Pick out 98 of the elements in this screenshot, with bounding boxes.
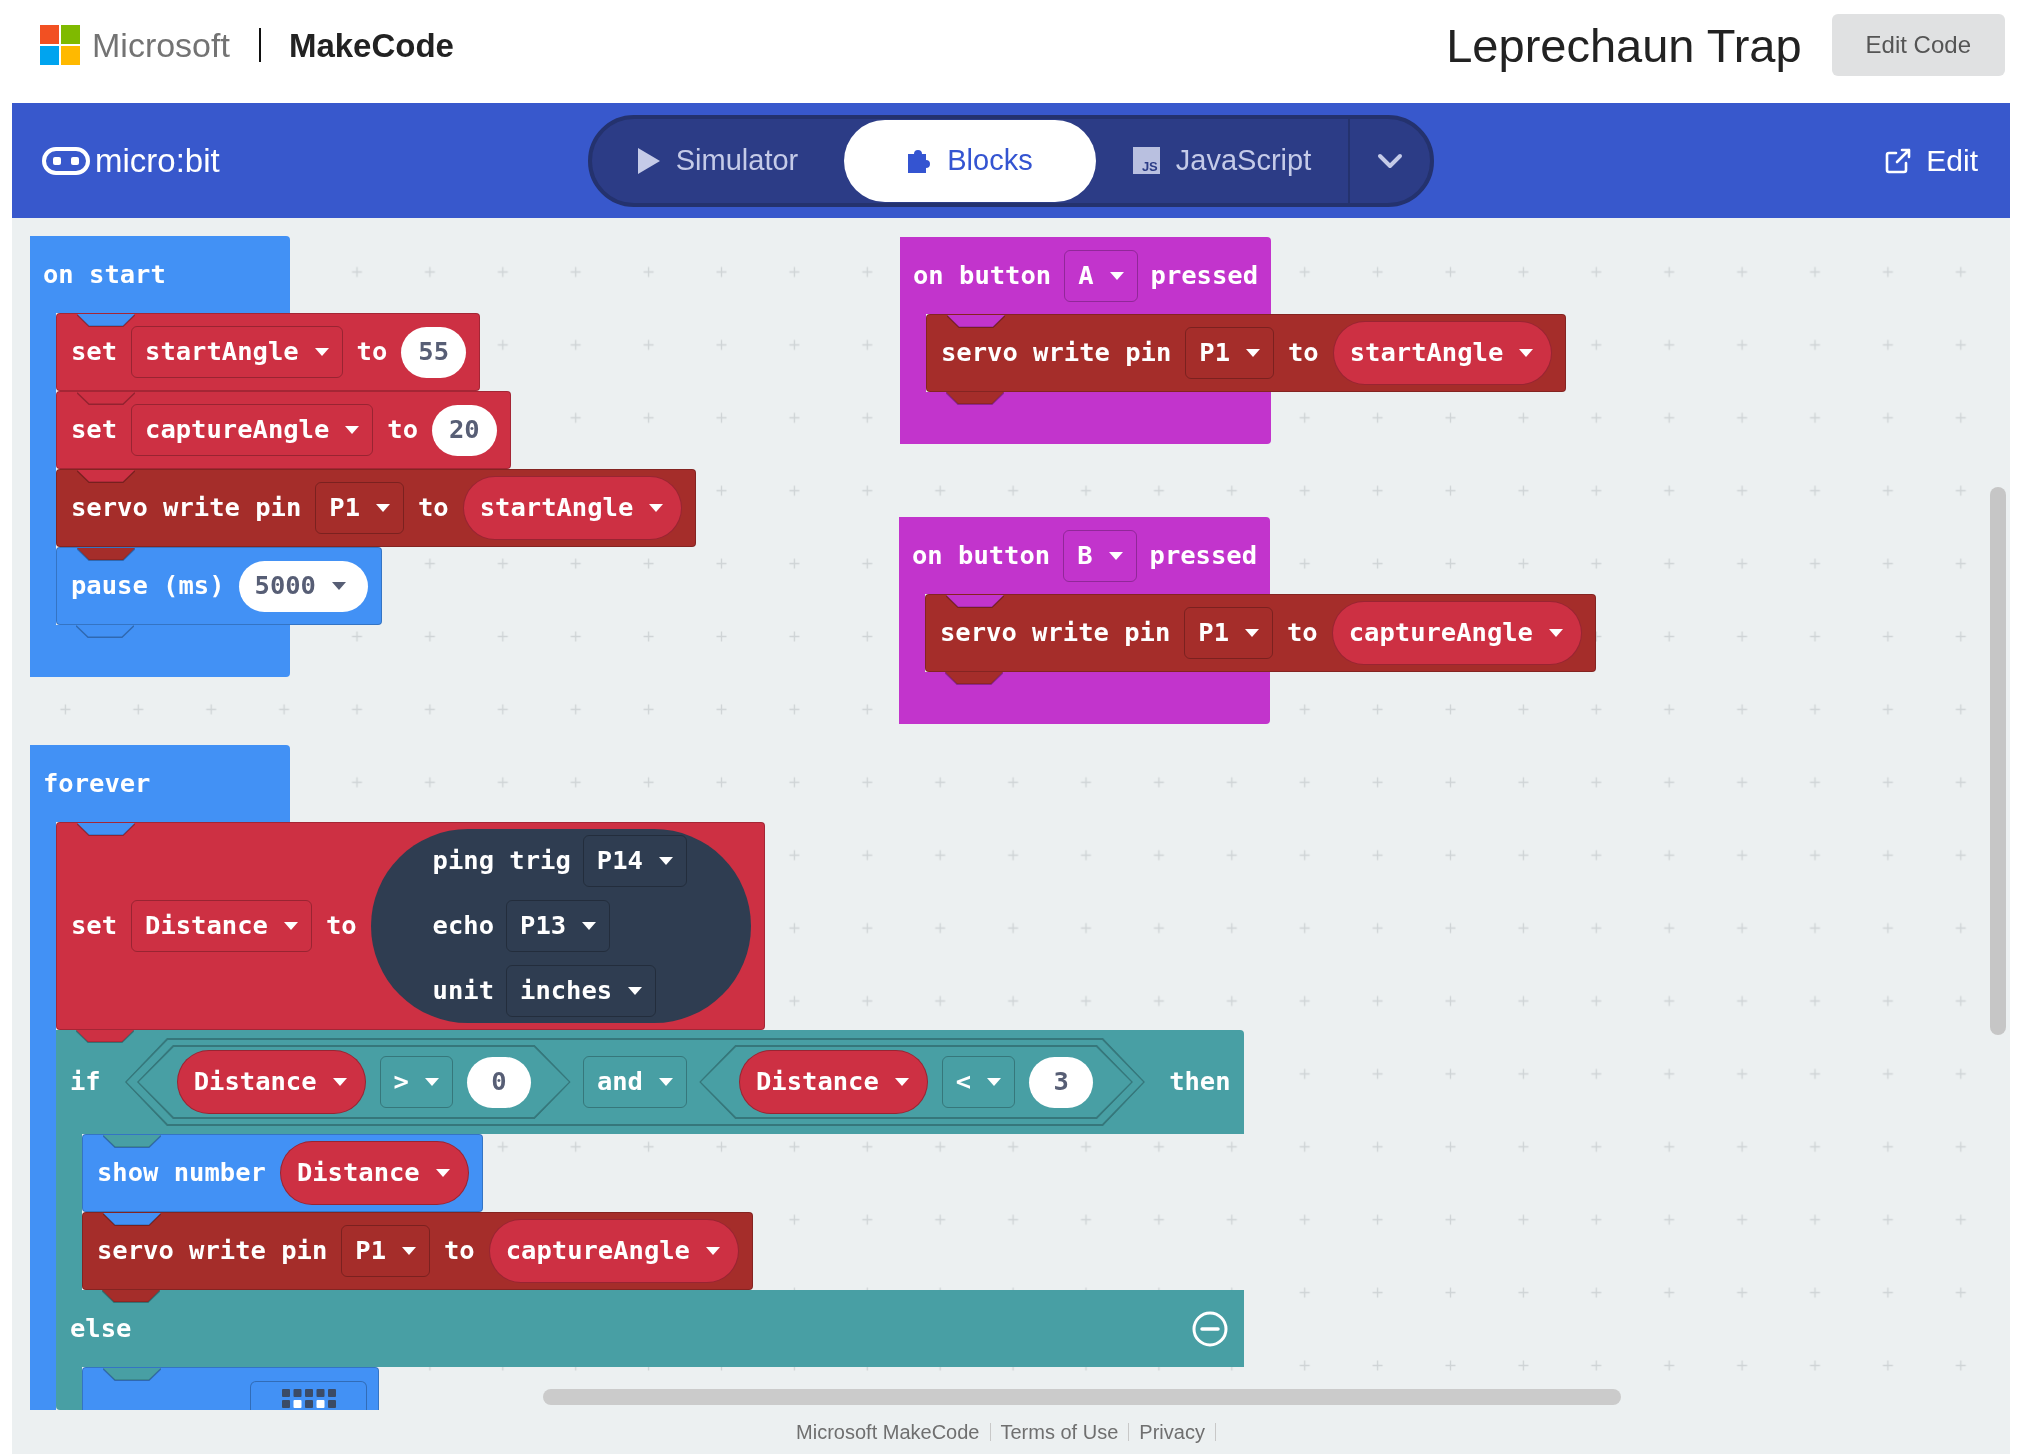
number-field[interactable]: 55	[401, 326, 467, 378]
block-label: servo write pin	[97, 1238, 328, 1264]
caret-icon	[705, 1247, 720, 1255]
block-label: then	[1169, 1069, 1231, 1095]
caret-icon	[435, 1169, 450, 1177]
js-badge: JS	[1132, 147, 1160, 174]
variable-dropdown[interactable]: Distance	[279, 1141, 469, 1205]
logo-text: micro:bit	[95, 144, 220, 177]
led-grid-icon	[281, 1389, 336, 1408]
dropdown-field[interactable]: P1	[1184, 607, 1273, 659]
caret-icon	[283, 922, 298, 930]
block-label: to	[387, 417, 418, 443]
vertical-scrollbar[interactable]	[1990, 487, 2006, 1035]
variable-dropdown[interactable]: startAngle	[1332, 321, 1553, 385]
view-tab[interactable]: JS JavaScript	[1096, 119, 1348, 202]
horizontal-scrollbar[interactable]	[543, 1389, 1621, 1405]
caret-icon	[345, 426, 360, 434]
dropdown-field[interactable]: and	[582, 1056, 687, 1108]
block-label: forever	[43, 770, 151, 797]
block-label: echo	[432, 913, 495, 939]
variable-dropdown[interactable]: Distance	[176, 1050, 366, 1114]
dropdown-field[interactable]: A	[1064, 249, 1138, 302]
footer-link[interactable]: Privacy	[1139, 1422, 1205, 1442]
caret-icon	[658, 857, 673, 865]
dropdown-field[interactable]: captureAngle	[131, 404, 374, 456]
puzzle-piece-icon	[907, 148, 932, 173]
caret-icon	[894, 1078, 909, 1086]
caret-icon	[376, 504, 390, 512]
number-dropdown[interactable]: 5000	[238, 560, 368, 612]
number-field[interactable]: 20	[432, 404, 497, 456]
caret-icon	[1246, 349, 1260, 357]
block-label: pressed	[1149, 542, 1257, 569]
dropdown-field[interactable]: >	[379, 1056, 453, 1108]
block-label: servo write pin	[941, 340, 1172, 366]
view-tab[interactable]: Blocks	[844, 119, 1096, 202]
block-label: servo write pin	[71, 495, 302, 521]
minus-circle-icon[interactable]	[1191, 1310, 1228, 1347]
block-label: to	[1288, 340, 1319, 366]
block-label: to	[418, 495, 449, 521]
caret-icon	[331, 582, 346, 590]
view-tab[interactable]: Simulator	[592, 119, 844, 202]
block-label: show number	[97, 1160, 266, 1186]
block-label: to	[325, 913, 357, 939]
dropdown-field[interactable]: Distance	[131, 900, 312, 952]
edit-link[interactable]: Edit	[1884, 138, 1978, 183]
caret-icon	[987, 1078, 1002, 1086]
variable-dropdown[interactable]: captureAngle	[488, 1219, 739, 1283]
caret-icon	[402, 1247, 416, 1255]
dropdown-field[interactable]: P13	[506, 900, 611, 952]
squares-logo-icon	[40, 25, 80, 65]
variable-dropdown[interactable]: startAngle	[462, 476, 683, 540]
block-label: pressed	[1150, 262, 1258, 289]
dropdown-field[interactable]: P1	[315, 482, 404, 534]
caret-icon	[628, 987, 643, 995]
chevron-down-icon	[1377, 152, 1403, 169]
brand-name: Microsoft	[92, 28, 230, 62]
block-label: set	[71, 339, 118, 365]
block-label: to	[356, 339, 388, 365]
caret-icon	[1548, 629, 1563, 637]
block-label: unit	[432, 978, 495, 1004]
caret-icon	[424, 1078, 439, 1086]
block-label: to	[444, 1238, 475, 1264]
block-label: set	[71, 417, 118, 443]
block-label: on button	[913, 262, 1052, 289]
block-label: set	[71, 913, 118, 939]
block-label: servo write pin	[940, 620, 1171, 646]
caret-icon	[1109, 271, 1124, 280]
caret-icon	[1245, 629, 1259, 637]
variable-dropdown[interactable]: Distance	[738, 1050, 928, 1114]
edit-code-button[interactable]: Edit Code	[1831, 14, 2005, 76]
caret-icon	[314, 348, 329, 356]
external-link-icon	[1884, 146, 1913, 175]
block-label: pause (ms)	[71, 573, 225, 599]
product-name: MakeCode	[288, 28, 454, 62]
dropdown-field[interactable]: P1	[341, 1225, 430, 1277]
caret-icon	[1108, 551, 1123, 560]
dropdown-field[interactable]: P14	[582, 835, 687, 887]
block-label: on button	[912, 542, 1051, 569]
two-dots-pill-icon	[42, 146, 90, 175]
dropdown-field[interactable]: B	[1063, 529, 1137, 582]
caret-icon	[649, 504, 664, 512]
block-label: on start	[43, 261, 166, 288]
dropdown-field[interactable]: P1	[1185, 327, 1274, 379]
play-icon	[637, 147, 660, 174]
block-label: to	[1287, 620, 1318, 646]
block-label: else	[70, 1315, 132, 1342]
caret-icon	[332, 1078, 347, 1086]
dropdown-field[interactable]: startAngle	[131, 326, 343, 378]
caret-icon	[658, 1078, 673, 1086]
block-label: if	[70, 1069, 101, 1095]
caret-icon	[1519, 349, 1534, 357]
variable-dropdown[interactable]: captureAngle	[1331, 601, 1582, 665]
caret-icon	[582, 922, 597, 930]
dropdown-field[interactable]: <	[941, 1056, 1016, 1108]
footer-link[interactable]: Microsoft MakeCode	[796, 1422, 980, 1442]
footer-link[interactable]: Terms of Use	[1000, 1422, 1119, 1442]
block-label: ping trig	[432, 848, 571, 874]
dropdown-field[interactable]: inches	[506, 965, 657, 1017]
